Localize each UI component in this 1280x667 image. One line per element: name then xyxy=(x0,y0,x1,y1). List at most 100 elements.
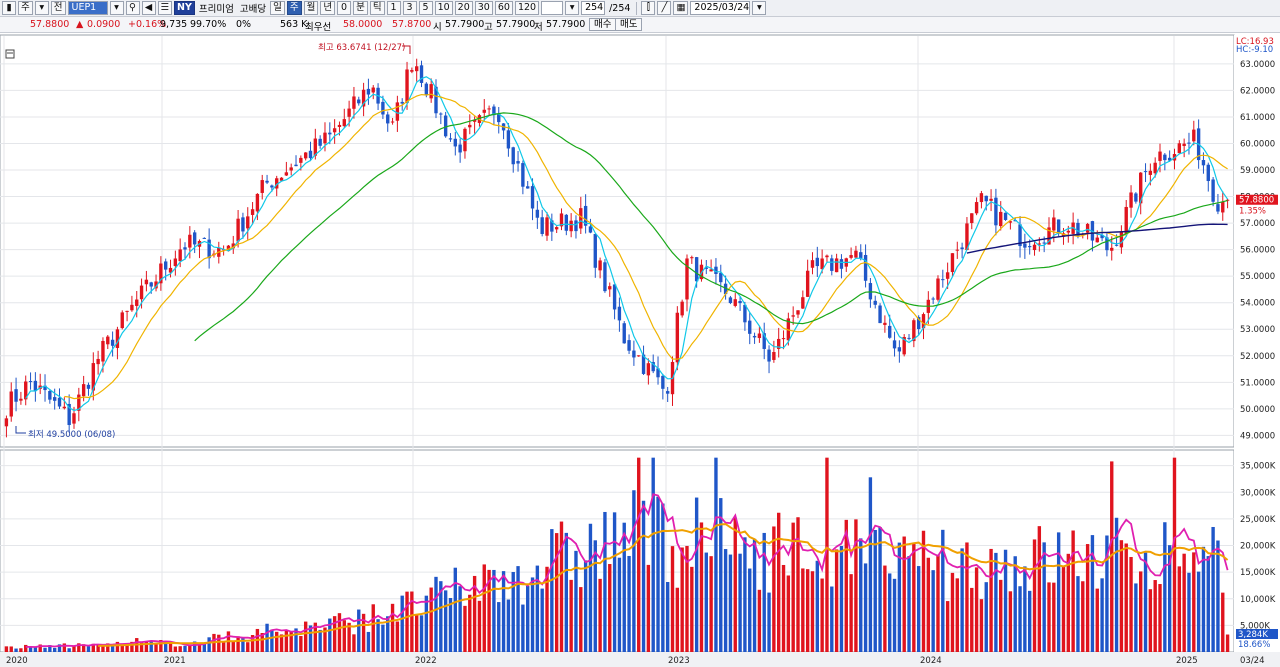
volume-bar-up xyxy=(1052,582,1056,652)
candle-body-up xyxy=(1052,217,1056,231)
volume-bar-up xyxy=(670,546,675,652)
volume-bar-up xyxy=(284,630,289,652)
candle-body-down xyxy=(265,180,269,183)
volume-bar-down xyxy=(1196,571,1201,652)
candle-body-up xyxy=(545,217,549,236)
candle-body-down xyxy=(622,323,626,344)
candle-body-down xyxy=(897,347,902,352)
volume-bar-up xyxy=(1095,588,1099,652)
volume-bar-down xyxy=(651,457,655,652)
candle-body-down xyxy=(593,234,597,268)
candle-body-down xyxy=(1206,164,1210,182)
candle-body-up xyxy=(772,352,776,360)
candle-body-down xyxy=(1027,246,1032,248)
volume-bar-down xyxy=(878,527,882,652)
volume-bar-up xyxy=(777,512,781,652)
volume-bar-up xyxy=(690,566,694,652)
high-annotation: 최고 63.6741 (12/27) xyxy=(318,42,405,53)
candle-body-up xyxy=(1148,170,1153,175)
candle-body-down xyxy=(941,279,945,281)
candle-body-up xyxy=(989,198,993,201)
price-tick-label: 54.0000 xyxy=(1240,299,1275,309)
volume-bar-down xyxy=(419,615,424,652)
candle-body-up xyxy=(979,193,984,203)
volume-bar-down xyxy=(859,538,863,652)
candle-body-down xyxy=(1056,219,1061,234)
candle-body-down xyxy=(110,339,115,346)
candle-body-up xyxy=(347,108,351,117)
volume-bar-up xyxy=(1177,566,1182,652)
volume-bar-down xyxy=(1211,526,1215,652)
volume-bar-down xyxy=(762,532,766,652)
candle-body-down xyxy=(617,306,622,321)
candle-body-down xyxy=(511,147,515,165)
candle-body-down xyxy=(603,262,607,292)
volume-bar-down xyxy=(984,582,988,652)
volume-bar-up xyxy=(820,578,824,652)
volume-bar-up xyxy=(569,579,573,652)
volume-bar-down xyxy=(1216,540,1220,652)
volume-bar-up xyxy=(801,568,805,652)
volume-bar-down xyxy=(748,568,752,652)
price-volume-chart[interactable]: 63.000062.000061.000060.000059.000058.00… xyxy=(0,0,1280,667)
volume-bar-down xyxy=(1076,576,1080,652)
volume-bar-up xyxy=(1037,526,1042,652)
candle-body-up xyxy=(371,87,375,93)
price-tick-label: 52.0000 xyxy=(1240,352,1275,362)
volume-bar-down xyxy=(839,546,844,652)
candle-body-down xyxy=(521,163,525,187)
volume-bar-up xyxy=(463,605,467,652)
candle-body-up xyxy=(487,108,491,110)
candle-body-down xyxy=(164,261,168,270)
candle-body-down xyxy=(612,284,617,310)
volume-bar-down xyxy=(1187,572,1191,652)
volume-bar-up xyxy=(554,533,559,652)
candle-body-down xyxy=(443,115,448,137)
volume-bar-down xyxy=(1143,552,1148,652)
candle-body-up xyxy=(120,312,124,329)
candle-body-up xyxy=(1153,162,1157,174)
candle-body-up xyxy=(805,270,810,297)
candle-body-down xyxy=(52,397,57,401)
volume-bar-up xyxy=(974,567,979,652)
time-axis-label: 2024 xyxy=(920,656,942,666)
candle-body-up xyxy=(801,297,805,309)
candle-body-up xyxy=(569,220,573,232)
volume-bar-down xyxy=(1206,556,1210,652)
volume-bar-up xyxy=(646,564,651,652)
candle-body-down xyxy=(419,65,424,83)
volume-bar-up xyxy=(786,575,791,652)
candle-body-down xyxy=(183,247,187,250)
candle-body-up xyxy=(1158,151,1162,161)
candle-body-down xyxy=(588,226,593,233)
volume-bar-up xyxy=(796,517,800,652)
price-tick-label: 61.0000 xyxy=(1240,113,1275,123)
candle-body-down xyxy=(752,335,757,338)
volume-bar-down xyxy=(868,477,873,652)
candle-body-up xyxy=(883,322,887,325)
candle-body-up xyxy=(675,312,680,363)
candle-body-down xyxy=(627,340,631,351)
volume-bar-down xyxy=(207,637,211,652)
candle-body-down xyxy=(28,381,33,383)
volume-bar-down xyxy=(453,567,457,652)
volume-bar-up xyxy=(883,565,887,652)
candle-body-up xyxy=(1085,223,1090,233)
candle-body-up xyxy=(1192,129,1196,142)
candle-body-down xyxy=(14,389,18,402)
volume-bar-down xyxy=(149,640,153,652)
volume-bar-down xyxy=(540,588,544,652)
candle-body-up xyxy=(236,218,240,242)
volume-bar-up xyxy=(477,600,482,652)
volume-bar-up xyxy=(1061,565,1066,652)
candle-body-up xyxy=(757,333,762,339)
candle-body-down xyxy=(830,258,834,271)
volume-bar-down xyxy=(1042,542,1046,652)
candle-body-up xyxy=(825,255,829,258)
volume-bar-down xyxy=(994,552,998,652)
candle-body-down xyxy=(694,257,699,282)
volume-bar-down xyxy=(588,523,593,652)
volume-bar-down xyxy=(1013,556,1017,652)
hc-label: HC:-9.10 xyxy=(1236,45,1273,55)
volume-bar-down xyxy=(400,595,404,652)
